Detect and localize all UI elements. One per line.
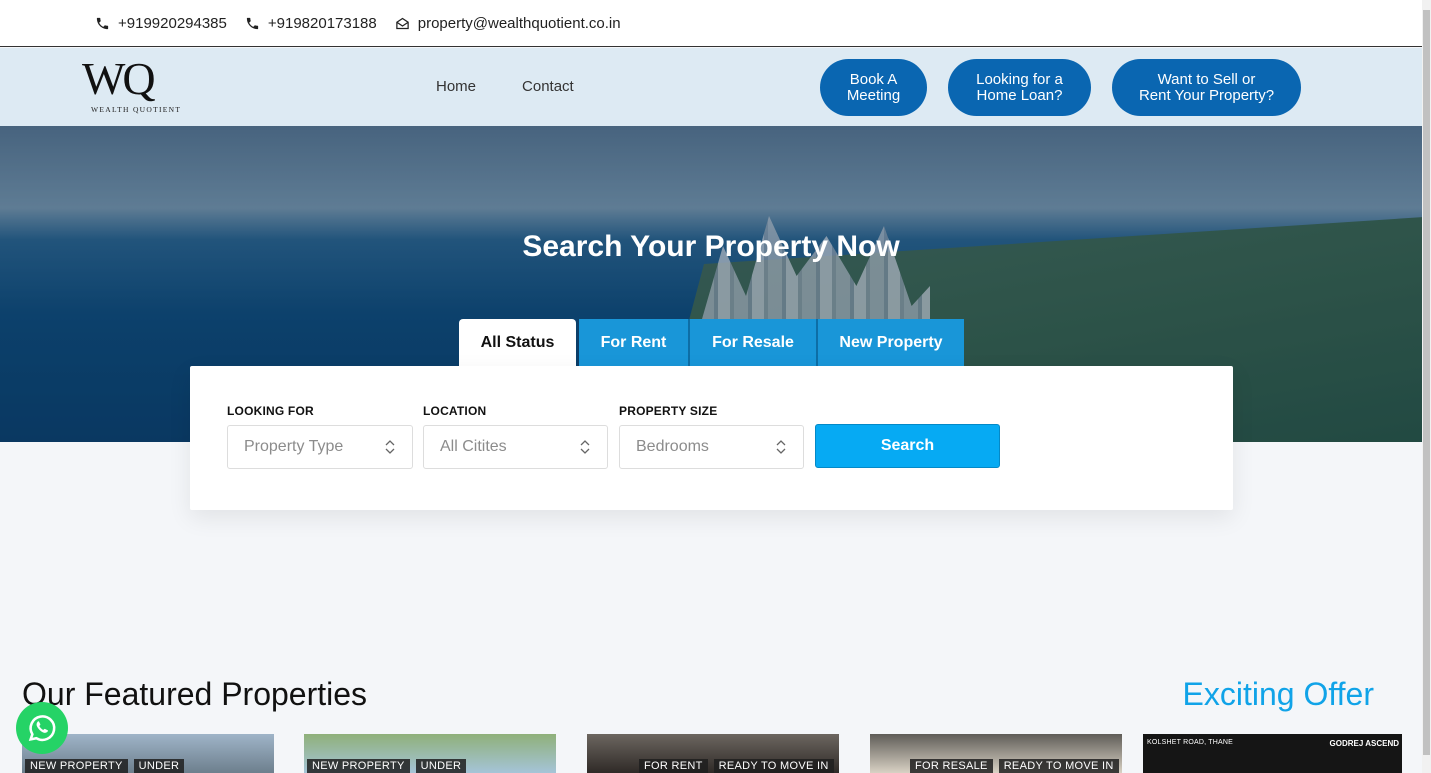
updown-chevron-icon — [385, 440, 395, 454]
phone-1-text: +919920294385 — [118, 14, 227, 32]
tab-for-resale[interactable]: For Resale — [690, 319, 818, 366]
looking-for-field: LOOKING FOR Property Type — [227, 404, 413, 469]
phone-icon — [246, 17, 258, 29]
tab-all-status[interactable]: All Status — [459, 319, 576, 366]
home-loan-button[interactable]: Looking for a Home Loan? — [948, 59, 1091, 116]
stage-badge: READY TO MOVE IN — [713, 759, 834, 773]
book-meeting-button[interactable]: Book A Meeting — [820, 59, 927, 116]
tab-new-property[interactable]: New Property — [818, 319, 964, 366]
phone-2-text: +919820173188 — [267, 14, 377, 32]
search-card: LOOKING FOR Property Type LOCATION All C… — [190, 366, 1233, 510]
envelope-open-icon — [396, 17, 409, 29]
search-button[interactable]: Search — [815, 424, 1000, 468]
card-badges: NEW PROPERTY UNDER — [25, 759, 185, 773]
updown-chevron-icon — [580, 440, 590, 454]
updown-chevron-icon — [776, 440, 786, 454]
logo-tagline: WEALTH QUOTIENT — [91, 105, 182, 114]
sell-rent-button[interactable]: Want to Sell or Rent Your Property? — [1112, 59, 1301, 116]
status-badge: NEW PROPERTY — [25, 759, 128, 773]
looking-for-label: LOOKING FOR — [227, 404, 314, 418]
status-badge: FOR RENT — [639, 759, 708, 773]
bedrooms-value: Bedrooms — [636, 438, 709, 455]
email-text: property@wealthquotient.co.in — [417, 14, 621, 32]
offer-project: GODREJ ASCEND — [1329, 739, 1400, 748]
email-link[interactable]: property@wealthquotient.co.in — [395, 15, 621, 32]
status-badge: NEW PROPERTY — [307, 759, 410, 773]
scrollbar-thumb[interactable] — [1423, 10, 1430, 755]
card-badges: FOR RENT READY TO MOVE IN — [639, 759, 834, 773]
whatsapp-button[interactable] — [16, 702, 68, 754]
property-size-label: PROPERTY SIZE — [619, 404, 718, 418]
featured-heading: Our Featured Properties — [22, 676, 368, 712]
stage-badge: UNDER — [415, 759, 467, 773]
scrollbar[interactable] — [1422, 0, 1431, 773]
nav-home[interactable]: Home — [436, 78, 476, 95]
property-card[interactable]: NEW PROPERTY UNDER — [304, 734, 556, 773]
property-card[interactable]: FOR RENT READY TO MOVE IN — [587, 734, 839, 773]
whatsapp-icon — [28, 715, 56, 742]
offer-card[interactable]: KOLSHET ROAD, THANE GODREJ ASCEND — [1143, 734, 1402, 773]
location-label: LOCATION — [423, 404, 487, 418]
location-select[interactable]: All Citites — [423, 425, 608, 469]
status-badge: FOR RESALE — [910, 759, 993, 773]
nav-menu: Home Contact — [436, 78, 574, 95]
stage-badge: UNDER — [133, 759, 185, 773]
offer-location: KOLSHET ROAD, THANE — [1147, 739, 1234, 746]
property-size-field: PROPERTY SIZE Bedrooms — [619, 404, 804, 469]
top-contact-bar: +919920294385 +919820173188 property@wea… — [0, 0, 1422, 47]
property-type-value: Property Type — [244, 438, 344, 455]
card-badges: NEW PROPERTY UNDER — [307, 759, 467, 773]
phone-icon — [96, 17, 109, 29]
location-value: All Citites — [440, 438, 507, 455]
phone-2[interactable]: +919820173188 — [245, 15, 377, 32]
bedrooms-select[interactable]: Bedrooms — [619, 425, 804, 469]
location-field: LOCATION All Citites — [423, 404, 608, 469]
property-type-select[interactable]: Property Type — [227, 425, 413, 469]
tab-for-rent[interactable]: For Rent — [579, 319, 690, 366]
nav-contact[interactable]: Contact — [522, 78, 574, 95]
property-card[interactable]: FOR RESALE READY TO MOVE IN — [870, 734, 1122, 773]
hero-title: Search Your Property Now — [522, 230, 900, 263]
offer-heading: Exciting Offer — [1182, 676, 1374, 712]
phone-1[interactable]: +919920294385 — [95, 15, 227, 32]
stage-badge: READY TO MOVE IN — [998, 759, 1119, 773]
logo-mark: WQ — [82, 53, 156, 104]
page: +919920294385 +919820173188 property@wea… — [0, 0, 1431, 773]
card-badges: FOR RESALE READY TO MOVE IN — [910, 759, 1119, 773]
main-navbar: WQ WEALTH QUOTIENT Home Contact Book A M… — [0, 48, 1422, 126]
status-tabs: All Status For Rent For Resale New Prope… — [459, 319, 964, 366]
logo[interactable]: WQ WEALTH QUOTIENT — [80, 54, 196, 116]
